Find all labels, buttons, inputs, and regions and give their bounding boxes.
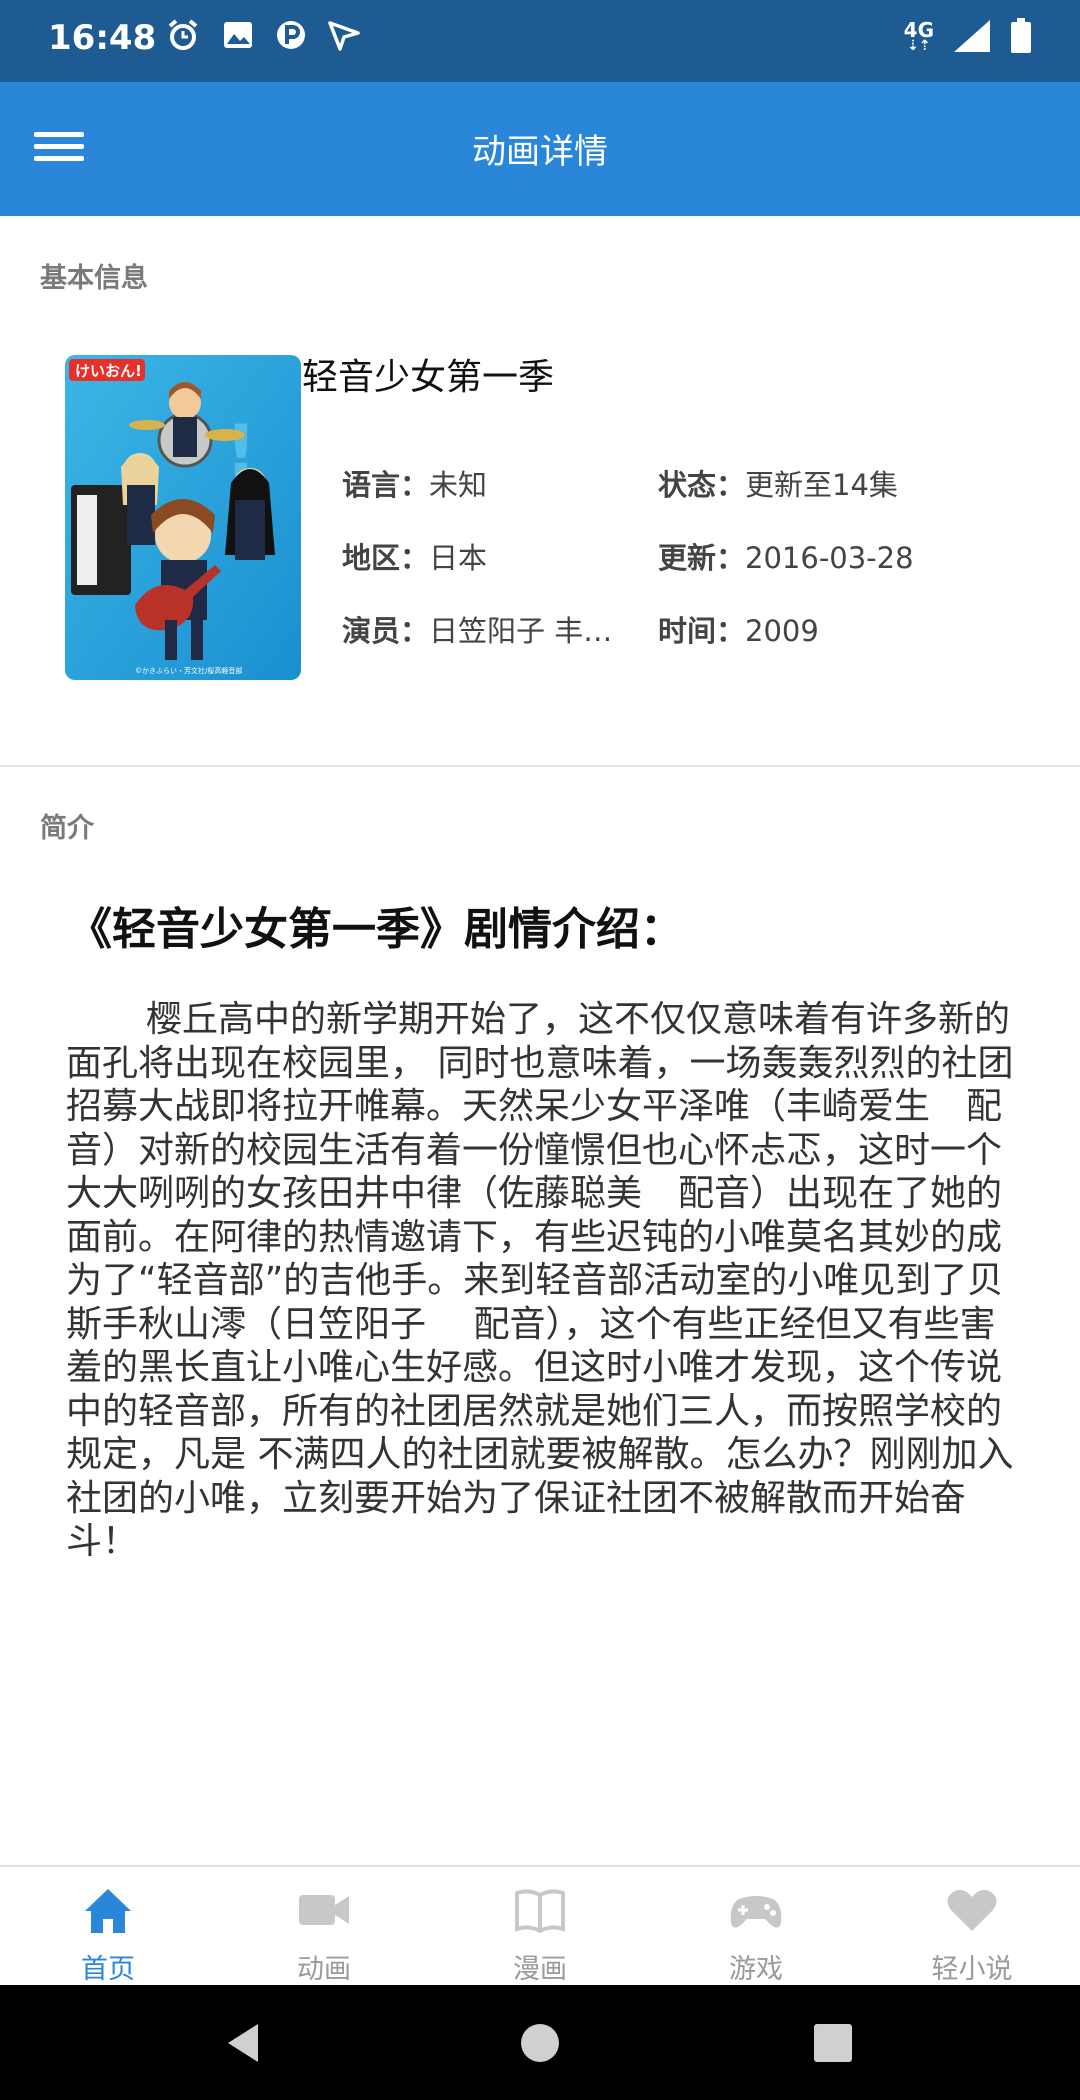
- tab-game[interactable]: 游戏: [648, 1867, 864, 1987]
- bottom-navigation: 首页 动画 漫画 游戏 轻小说: [0, 1865, 1080, 1987]
- svg-text:©かきふらい・芳文社/桜高軽音部: ©かきふらい・芳文社/桜高軽音部: [135, 666, 242, 675]
- info-cast: 演员：日笠阳子 丰…: [342, 614, 613, 648]
- tab-anime[interactable]: 动画: [216, 1867, 432, 1987]
- signal-icon: [954, 20, 990, 52]
- info-year: 时间：2009: [658, 614, 819, 648]
- basic-info-label: 基本信息: [40, 263, 148, 294]
- tab-light-novel[interactable]: 轻小说: [864, 1867, 1080, 1987]
- anime-poster-image[interactable]: けいおん! ! ©かきふらい・芳文社/桜高軽音部: [65, 355, 301, 680]
- status-notification-icons: [166, 18, 360, 52]
- section-divider: [0, 765, 1080, 767]
- tab-comic[interactable]: 漫画: [432, 1867, 648, 1987]
- page-title: 动画详情: [472, 132, 608, 172]
- home-button-icon[interactable]: [517, 2020, 563, 2066]
- heart-icon: [947, 1889, 997, 1931]
- video-camera-icon: [299, 1895, 349, 1925]
- back-icon[interactable]: [222, 2020, 268, 2066]
- send-icon: [328, 21, 360, 51]
- parking-icon: [277, 21, 305, 49]
- tab-comic-label: 漫画: [513, 1954, 567, 1985]
- synopsis-label: 简介: [40, 813, 94, 844]
- recents-icon[interactable]: [810, 2020, 856, 2066]
- image-icon: [224, 22, 252, 48]
- anime-title: 轻音少女第一季: [302, 357, 555, 398]
- status-bar: 16:48 4G ⇣⇡: [0, 0, 1080, 82]
- system-navigation-bar: [0, 1985, 1080, 2100]
- alarm-icon: [168, 19, 198, 50]
- synopsis-heading: 《轻音少女第一季》剧情介绍：: [68, 904, 684, 955]
- info-status: 状态：更新至14集: [658, 468, 898, 502]
- tab-home[interactable]: 首页: [0, 1867, 216, 1987]
- status-time: 16:48: [48, 18, 157, 58]
- status-system-icons: 4G ⇣⇡: [904, 18, 1032, 54]
- info-region: 地区：日本: [342, 541, 488, 575]
- app-bar: 动画详情: [0, 82, 1080, 216]
- info-update-date: 更新：2016-03-28: [658, 541, 914, 575]
- battery-icon: [1011, 18, 1031, 53]
- tab-game-label: 游戏: [729, 1954, 783, 1985]
- gamepad-icon: [730, 1896, 782, 1928]
- home-icon: [85, 1889, 131, 1933]
- network-indicator: 4G ⇣⇡: [903, 18, 934, 54]
- info-language: 语言：未知: [342, 468, 488, 502]
- tab-anime-label: 动画: [297, 1954, 351, 1985]
- synopsis-body: 樱丘高中的新学期开始了，这不仅仅意味着有许多新的面孔将出现在校园里， 同时也意味…: [66, 999, 1014, 1562]
- tab-light-novel-label: 轻小说: [931, 1954, 1013, 1985]
- book-icon: [515, 1889, 565, 1934]
- svg-text:けいおん!: けいおん!: [75, 362, 142, 380]
- tab-home-label: 首页: [81, 1954, 135, 1985]
